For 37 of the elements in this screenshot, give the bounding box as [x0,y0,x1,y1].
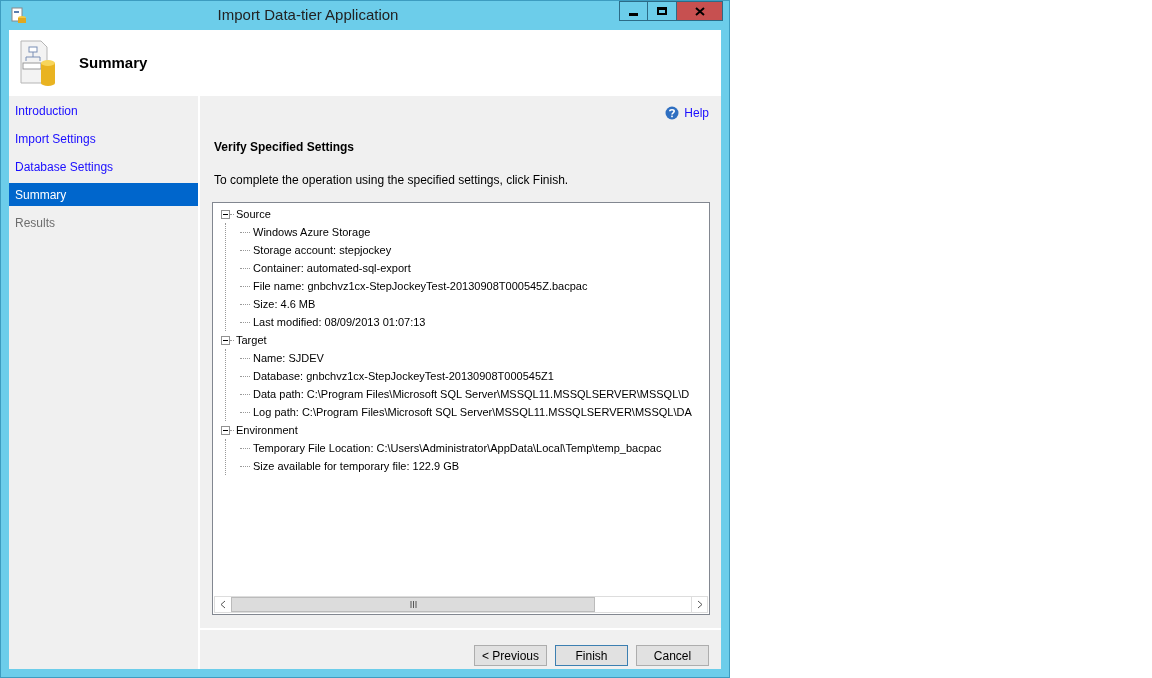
expander-toggle[interactable] [221,209,230,219]
expander-toggle[interactable] [221,425,230,435]
tree-item-label: Database: gnbchvz1cx-StepJockeyTest-20130908T000545Z1 [252,368,554,384]
close-button[interactable] [676,1,723,21]
help-link[interactable]: Help [665,104,709,122]
minimize-button[interactable] [619,1,648,21]
tree-item-label: Size: 4.6 MB [252,296,316,312]
tree-item-label: Windows Azure Storage [252,224,371,240]
sidebar-item[interactable]: Summary [9,183,198,206]
dialog-button[interactable]: Finish [555,645,628,666]
tree-node-label: Target [235,332,267,348]
sidebar-item[interactable]: Introduction [9,99,198,122]
instruction-text: To complete the operation using the specified settings, click Finish. [214,172,570,189]
help-icon [665,106,680,120]
page-title: Summary [79,52,148,73]
dialog-button[interactable]: < Previous [474,645,547,666]
horizontal-scrollbar[interactable] [214,596,708,613]
sidebar-item[interactable]: Database Settings [9,155,198,178]
tree-item-label: Data path: C:\Program Files\Microsoft SQL Server\MSSQL11.MSSQLSERVER\MSSQL\D [252,386,690,402]
tree-item-label: Last modified: 08/09/2013 01:07:13 [252,314,426,330]
dialog-button[interactable]: Cancel [636,645,709,666]
tree-node-label: Source [235,206,271,222]
tree-item-label: Storage account: stepjockey [252,242,392,258]
tree-item-label: Container: automated-sql-export [252,260,411,276]
sidebar-item[interactable]: Import Settings [9,127,198,150]
tree-item-label: Log path: C:\Program Files\Microsoft SQL Server\MSSQL11.MSSQLSERVER\MSSQL\DA [252,404,692,420]
expander-toggle[interactable] [221,335,230,345]
section-heading: Verify Specified Settings [214,139,356,156]
tree-node-label: Environment [235,422,298,438]
app-icon [11,6,27,25]
tree-item-label: Name: SJDEV [252,350,324,366]
tree-item-label: Temporary File Location: C:\Users\Administrator\AppData\Local\Temp\temp_bacpac [252,440,662,456]
scrollbar-thumb[interactable] [231,597,595,612]
tree-item-label: Size available for temporary file: 122.9 GB [252,458,460,474]
close-icon [694,6,705,16]
tree-item-label: File name: gnbchvz1cx-StepJockeyTest-20130908T000545Z.bacpac [252,278,588,294]
window-title: Import Data-tier Application [216,5,400,26]
